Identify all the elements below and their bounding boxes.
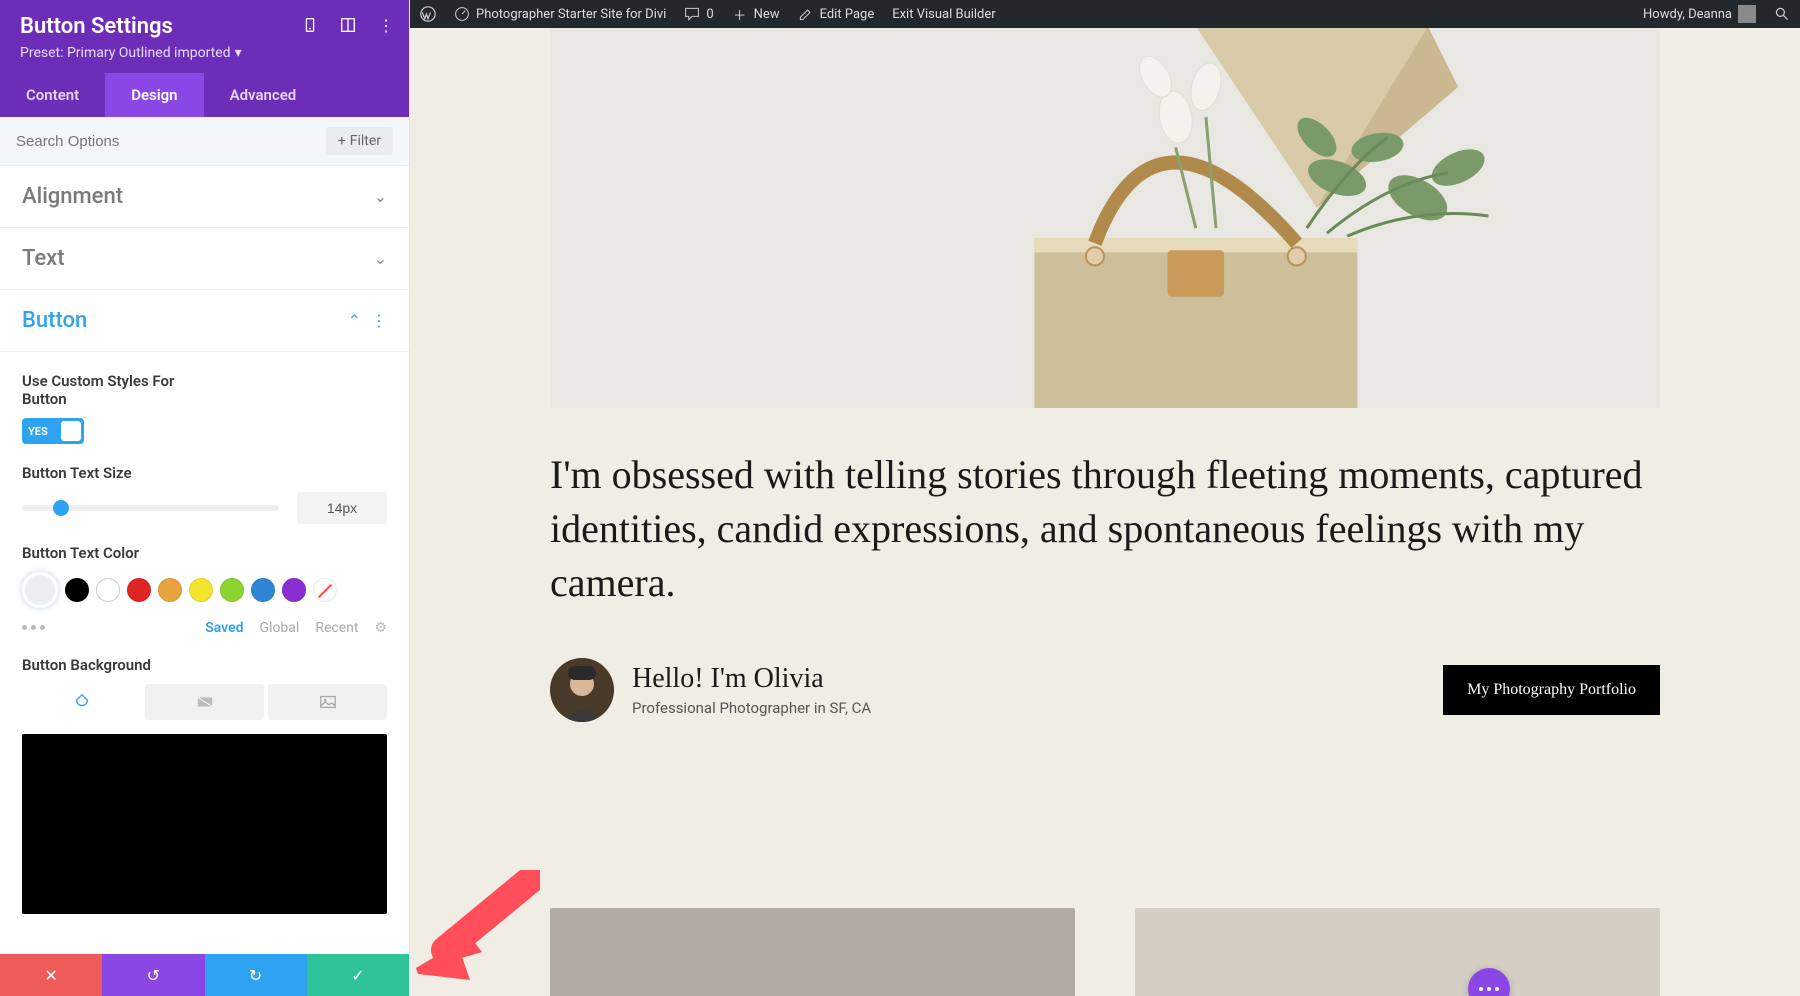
gallery-thumb xyxy=(1135,908,1660,996)
swatch-green[interactable] xyxy=(220,578,244,602)
redo-button[interactable]: ↻ xyxy=(205,954,307,996)
palette-tabs: Saved Global Recent ⚙ xyxy=(205,620,387,636)
swatch-red[interactable] xyxy=(127,578,151,602)
more-icon[interactable]: ⋮ xyxy=(377,16,395,34)
bio-name: Hello! I'm Olivia xyxy=(632,663,871,695)
gallery-thumb xyxy=(550,908,1075,996)
toggle-use-custom[interactable]: YES xyxy=(22,418,84,444)
plus-icon: ＋ xyxy=(732,6,748,22)
swatch-yellow[interactable] xyxy=(189,578,213,602)
chevron-up-icon: ⌃ xyxy=(348,311,361,330)
save-button[interactable]: ✓ xyxy=(307,954,409,996)
section-more-icon[interactable]: ⋮ xyxy=(371,311,387,330)
label-background: Button Background xyxy=(22,656,387,674)
swatch-none[interactable] xyxy=(313,578,337,602)
bio-role: Professional Photographer in SF, CA xyxy=(632,699,871,717)
swatch-white[interactable] xyxy=(96,578,120,602)
label-text-color: Button Text Color xyxy=(22,544,387,562)
tab-design[interactable]: Design xyxy=(105,73,203,117)
new-link[interactable]: ＋New xyxy=(732,6,780,22)
responsive-icon[interactable] xyxy=(301,16,319,34)
swatch-blue[interactable] xyxy=(251,578,275,602)
sidebar-header: Button Settings Preset: Primary Outlined… xyxy=(0,0,409,73)
caret-down-icon: ▾ xyxy=(235,45,242,61)
palette-gear-icon[interactable]: ⚙ xyxy=(374,620,387,636)
site-name[interactable]: Photographer Starter Site for Divi xyxy=(454,6,666,22)
palette-tab-saved[interactable]: Saved xyxy=(205,620,243,636)
input-text-size[interactable] xyxy=(297,492,387,524)
search-icon[interactable] xyxy=(1774,6,1790,22)
bg-tab-gradient[interactable] xyxy=(145,684,264,720)
edit-page-link[interactable]: Edit Page xyxy=(798,6,875,22)
chevron-down-icon: ⌄ xyxy=(374,249,387,268)
sidebar-tabs: Content Design Advanced xyxy=(0,73,409,117)
filter-button[interactable]: +Filter xyxy=(326,127,393,155)
palette-tab-recent[interactable]: Recent xyxy=(315,620,358,636)
swatch-black[interactable] xyxy=(65,578,89,602)
chevron-down-icon: ⌄ xyxy=(374,187,387,206)
column-icon[interactable] xyxy=(339,16,357,34)
label-use-custom: Use Custom Styles For Button xyxy=(22,372,182,408)
sidebar-footer: ✕ ↺ ↻ ✓ xyxy=(0,954,409,996)
howdy-user[interactable]: Howdy, Deanna xyxy=(1643,5,1756,23)
bg-tab-color[interactable] xyxy=(22,684,141,720)
swatch-purple[interactable] xyxy=(282,578,306,602)
sidebar-body: Alignment ⌄ Text ⌄ Button ⌃ ⋮ Use Custom… xyxy=(0,166,409,996)
bg-tab-image[interactable] xyxy=(268,684,387,720)
undo-button[interactable]: ↺ xyxy=(102,954,204,996)
bio-row: Hello! I'm Olivia Professional Photograp… xyxy=(550,658,1660,722)
page-canvas: I'm obsessed with telling stories throug… xyxy=(410,28,1800,996)
wp-admin-bar: Photographer Starter Site for Divi 0 ＋Ne… xyxy=(410,0,1800,28)
portfolio-button[interactable]: My Photography Portfolio xyxy=(1443,665,1660,715)
settings-sidebar: Button Settings Preset: Primary Outlined… xyxy=(0,0,410,996)
more-colors-icon[interactable] xyxy=(22,625,45,630)
dashboard-icon xyxy=(454,6,470,22)
palette-tab-global[interactable]: Global xyxy=(260,620,300,636)
exit-vb-link[interactable]: Exit Visual Builder xyxy=(892,7,995,22)
preset-dropdown[interactable]: Preset: Primary Outlined imported▾ xyxy=(20,45,389,61)
bg-tabs xyxy=(22,684,387,720)
wp-logo-icon[interactable] xyxy=(420,6,436,22)
cancel-button[interactable]: ✕ xyxy=(0,954,102,996)
tab-content[interactable]: Content xyxy=(0,73,105,117)
comment-icon xyxy=(684,6,700,22)
slider-text-size[interactable] xyxy=(22,505,279,511)
section-button-content: Use Custom Styles For Button YES Button … xyxy=(0,372,409,932)
comments-link[interactable]: 0 xyxy=(684,6,713,22)
avatar xyxy=(550,658,614,722)
avatar-icon xyxy=(1738,5,1756,23)
swatch-orange[interactable] xyxy=(158,578,182,602)
section-alignment[interactable]: Alignment ⌄ xyxy=(0,166,409,228)
section-text[interactable]: Text ⌄ xyxy=(0,228,409,290)
bg-preview[interactable] xyxy=(22,734,387,914)
pencil-icon xyxy=(798,6,814,22)
swatch-current[interactable] xyxy=(22,572,58,608)
hero-image xyxy=(550,28,1660,408)
story-text: I'm obsessed with telling stories throug… xyxy=(550,448,1660,610)
label-text-size: Button Text Size xyxy=(22,464,387,482)
plus-icon: + xyxy=(338,133,346,149)
search-input[interactable] xyxy=(16,133,316,150)
section-button[interactable]: Button ⌃ ⋮ xyxy=(0,290,409,352)
tab-advanced[interactable]: Advanced xyxy=(204,73,323,117)
search-row: +Filter xyxy=(0,117,409,166)
color-swatches xyxy=(22,572,387,608)
